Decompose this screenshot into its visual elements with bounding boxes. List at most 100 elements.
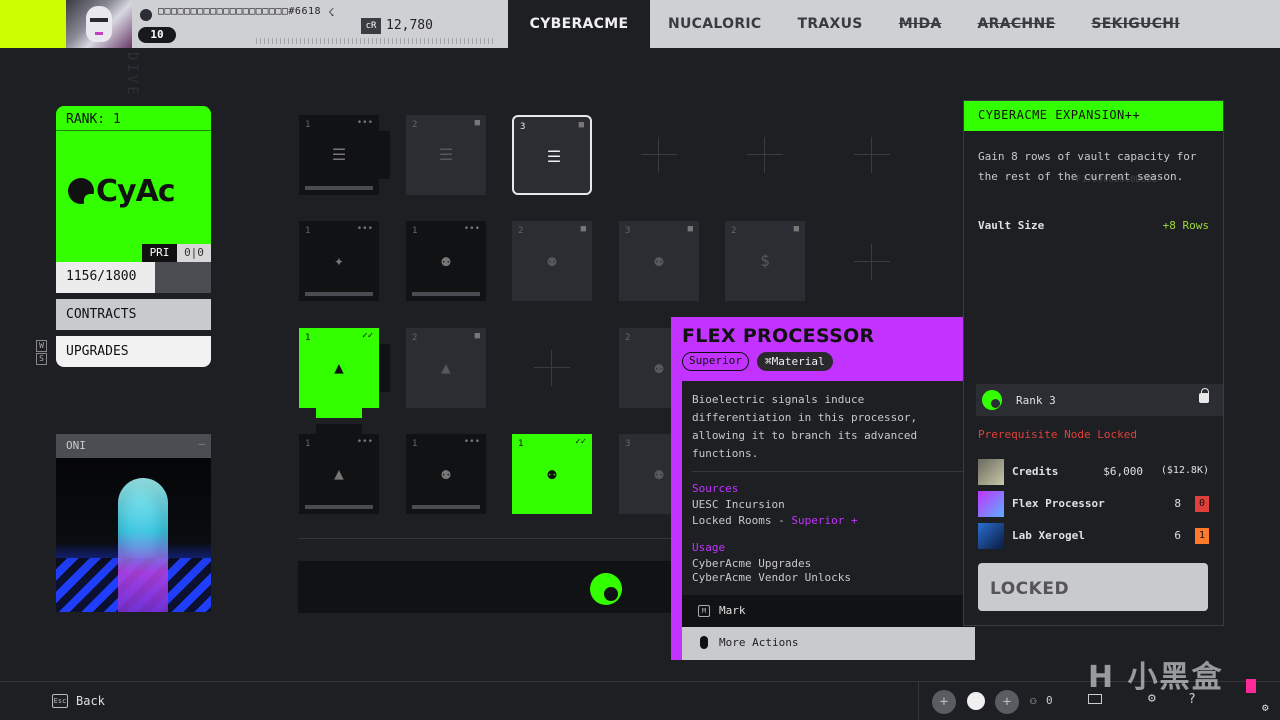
- node-rank-number: 1: [305, 333, 311, 343]
- upgrade-node[interactable]: 2 ■ ⚉: [512, 221, 592, 301]
- detail-header: CYBERACME EXPANSION++: [964, 101, 1223, 131]
- completed-check-icon: ✓✓: [362, 331, 373, 341]
- node-rank-number: 1: [305, 120, 311, 130]
- pri-score: 0|0: [177, 244, 211, 262]
- requirement-row[interactable]: Credits $6,000 ($12.8K): [978, 459, 1209, 485]
- source-line: UESC Incursion: [692, 498, 785, 511]
- item-tooltip: FLEX PROCESSOR Superior ⌘Material Bioele…: [671, 317, 975, 660]
- upgrade-node[interactable]: 1 ✓✓ ▲: [299, 328, 379, 408]
- type-tag: ⌘Material: [757, 352, 833, 371]
- prerequisite-warning: Prerequisite Node Locked: [978, 428, 1137, 441]
- node-progress-bar: [412, 505, 480, 509]
- tab-arachne[interactable]: ARACHNE: [960, 0, 1074, 48]
- node-menu-icon: •••: [356, 118, 373, 128]
- lock-icon: ■: [793, 224, 799, 234]
- faction-emblem-slab: [298, 561, 678, 613]
- node-rank-number: 1: [305, 439, 311, 449]
- contracts-button[interactable]: CONTRACTS: [56, 299, 211, 330]
- requirement-row[interactable]: Flex Processor 8 0: [978, 491, 1209, 517]
- cyac-logo-mark-icon: [68, 178, 96, 206]
- lock-icon: ■: [578, 120, 584, 130]
- node-rank-number: 1: [412, 226, 418, 236]
- node-rank-number: 3: [625, 226, 631, 236]
- node-rank-number: 1: [305, 226, 311, 236]
- tab-cyberacme[interactable]: CYBERACME: [508, 0, 650, 48]
- requirement-name: Flex Processor: [1012, 497, 1105, 510]
- upgrade-node[interactable]: 1 ••• ⚉: [406, 434, 486, 514]
- requirement-amount: 8: [1174, 497, 1181, 510]
- cyac-rank-icon: [982, 390, 1002, 410]
- usage-label: Usage: [692, 541, 726, 554]
- corner-settings-icon[interactable]: ⚙: [1262, 701, 1269, 714]
- upgrade-type-icon: ⚉: [441, 464, 451, 483]
- back-button[interactable]: Back: [76, 694, 105, 708]
- node-progress-bar: [305, 505, 373, 509]
- upgrade-type-icon: ☰: [331, 145, 347, 164]
- mark-label: Mark: [719, 604, 746, 617]
- upgrade-node[interactable]: 3 ■ ☰: [512, 115, 592, 195]
- purchase-locked-button[interactable]: LOCKED: [978, 563, 1208, 611]
- upgrade-node[interactable]: 1 ••• ✦: [299, 221, 379, 301]
- tooltip-divider: [692, 471, 965, 472]
- upgrade-type-icon: ▲: [334, 358, 344, 377]
- node-menu-icon: •••: [463, 437, 480, 447]
- add-party-member-icon[interactable]: +: [995, 690, 1019, 714]
- reputation-text: 1156/1800: [66, 269, 137, 284]
- requirement-owned-badge: 1: [1195, 528, 1209, 544]
- source-line-prefix: Locked Rooms -: [692, 514, 792, 527]
- locked-label: LOCKED: [990, 579, 1070, 599]
- tab-traxus[interactable]: TRAXUS: [779, 0, 880, 48]
- node-rank-number: 2: [731, 226, 737, 236]
- faction-icon[interactable]: [967, 692, 985, 710]
- lock-icon: ■: [474, 118, 480, 128]
- upgrade-node[interactable]: 2 ■ $: [725, 221, 805, 301]
- mark-action[interactable]: M Mark: [682, 595, 975, 627]
- upgrades-button[interactable]: UPGRADES: [56, 336, 211, 367]
- node-connector: [316, 424, 362, 434]
- microphone-icon: ☇: [328, 6, 335, 19]
- key-s-icon: S: [36, 353, 47, 365]
- detail-description: Gain 8 rows of vault capacity for the re…: [978, 150, 1197, 183]
- add-party-member-icon[interactable]: +: [932, 690, 956, 714]
- faction-rank-card: RANK: 1 CyAc PRI 0|0: [56, 106, 211, 262]
- tab-nucaloric[interactable]: NUCALORIC: [650, 0, 779, 48]
- usage-line: CyberAcme Vendor Unlocks: [692, 571, 851, 584]
- node-rank-number: 3: [625, 439, 631, 449]
- upgrade-type-icon: $: [760, 251, 770, 270]
- more-actions-action[interactable]: More Actions: [682, 627, 975, 660]
- requirement-owned-badge: 0: [1195, 496, 1209, 512]
- rank-requirement-label: Rank 3: [1016, 394, 1056, 407]
- more-actions-label: More Actions: [719, 636, 799, 649]
- lock-icon: ■: [687, 224, 693, 234]
- upgrade-type-icon: ☰: [438, 145, 454, 164]
- node-menu-icon: •••: [356, 224, 373, 234]
- requirement-stock: ($12.8K): [1160, 465, 1209, 476]
- upgrade-node[interactable]: 2 ■ ▲: [406, 328, 486, 408]
- contact-name: ONI: [66, 439, 86, 452]
- contact-card[interactable]: ONI —: [56, 434, 211, 612]
- upgrade-node[interactable]: 3 ■ ⚉: [619, 221, 699, 301]
- tab-mida[interactable]: MIDA: [881, 0, 960, 48]
- node-connector: [379, 131, 390, 179]
- player-avatar[interactable]: [66, 0, 132, 48]
- upgrade-node[interactable]: 1 ••• ☰: [299, 115, 379, 195]
- cyac-emblem-icon: [590, 573, 622, 605]
- node-connector: [316, 408, 362, 418]
- tab-sekiguchi[interactable]: SEKIGUCHI: [1073, 0, 1197, 48]
- tooltip-title: FLEX PROCESSOR: [682, 325, 875, 347]
- contact-menu-icon[interactable]: —: [198, 437, 205, 450]
- empty-slot-plus-icon: [747, 137, 783, 173]
- upgrade-type-icon: ▲: [441, 358, 451, 377]
- detail-title: CYBERACME EXPANSION++: [978, 108, 1141, 122]
- requirement-row[interactable]: Lab Xerogel 6 1: [978, 523, 1209, 549]
- upgrade-node[interactable]: 1 ••• ▲: [299, 434, 379, 514]
- top-bar: □□□□□□□□□□□□□□□□□□□□#6618 ☇ 10 cR 12,780…: [0, 0, 1280, 48]
- empty-slot-plus-icon: [854, 137, 890, 173]
- empty-slot-plus-icon: [854, 244, 890, 280]
- avatar-lips: [95, 32, 103, 35]
- completed-check-icon: ✓✓: [575, 437, 586, 447]
- upgrade-node[interactable]: 1 ••• ⚉: [406, 221, 486, 301]
- upgrade-node[interactable]: 1 ✓✓ ⚉: [512, 434, 592, 514]
- upgrade-type-icon: ▲: [334, 464, 344, 483]
- upgrade-node[interactable]: 2 ■ ☰: [406, 115, 486, 195]
